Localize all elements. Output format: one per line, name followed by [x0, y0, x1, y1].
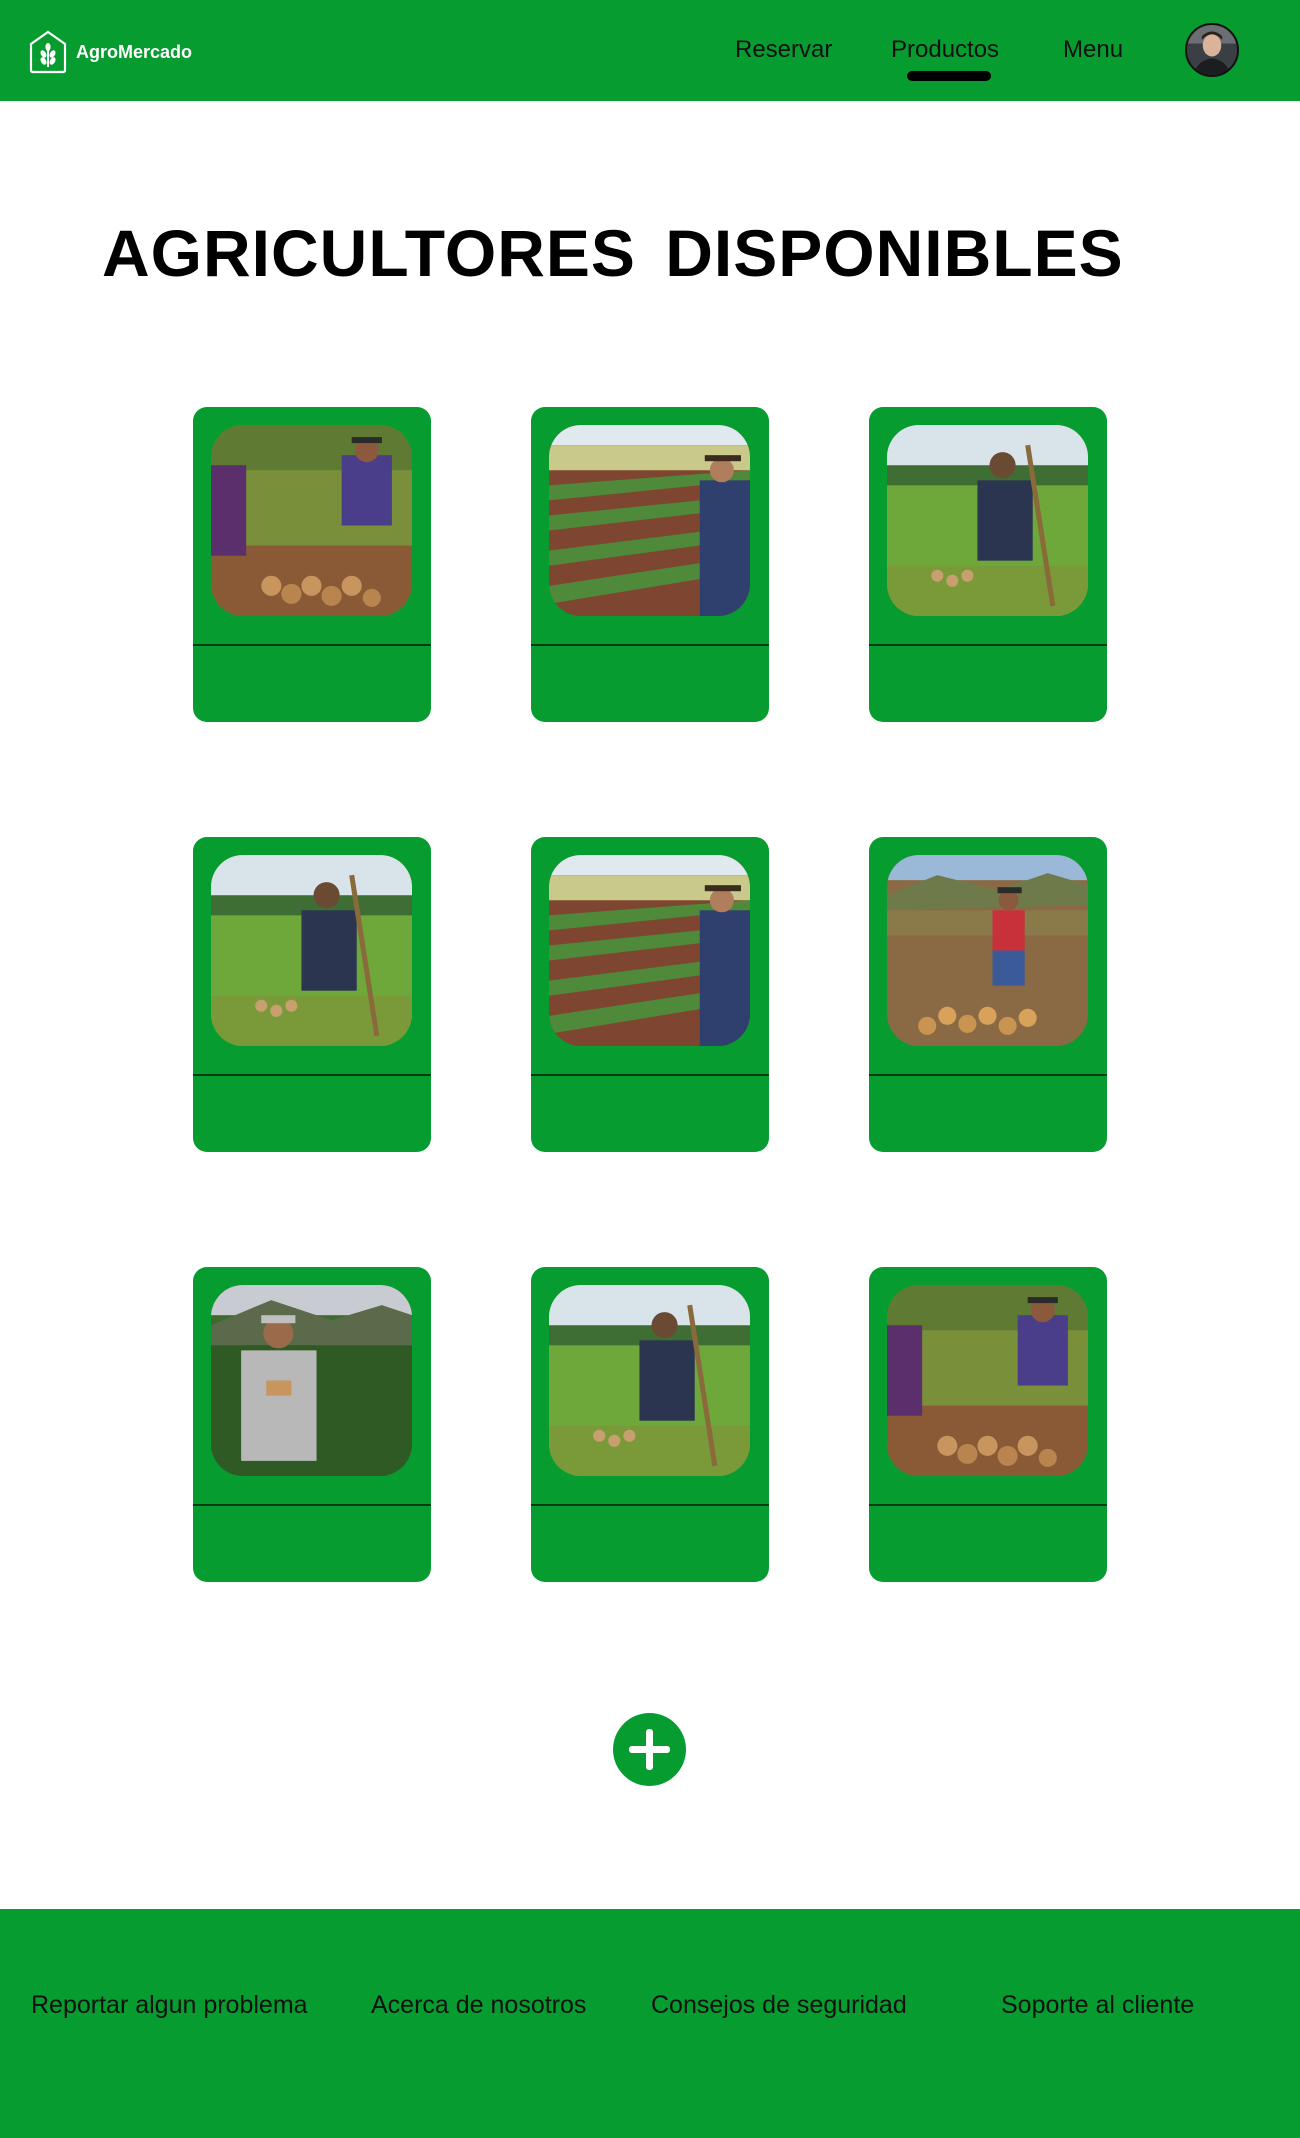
page-title: AGRICULTORES DISPONIBLES [102, 216, 1124, 290]
farmer-card[interactable] [869, 1267, 1107, 1582]
brand-logo[interactable]: AgroMercado [28, 30, 192, 74]
farmer-photo [887, 855, 1088, 1046]
footer-link-consejos-seguridad[interactable]: Consejos de seguridad [651, 1991, 907, 2020]
card-divider [193, 1074, 431, 1076]
card-divider [193, 644, 431, 646]
user-avatar-icon [1187, 25, 1237, 75]
farmers-harvesting-potatoes-photo [211, 425, 412, 616]
footer-link-acerca-de-nosotros[interactable]: Acerca de nosotros [371, 1991, 586, 2020]
farmer-photo [549, 425, 750, 616]
add-farmer-button[interactable] [613, 1713, 686, 1786]
card-divider [531, 1504, 769, 1506]
brand-name: AgroMercado [76, 41, 193, 62]
farmer-holding-potatoes-photo [211, 1285, 412, 1476]
card-divider [193, 1504, 431, 1506]
farmer-photo [549, 855, 750, 1046]
footer-link-soporte-cliente[interactable]: Soporte al cliente [1001, 1991, 1194, 2020]
farmers-harvesting-potatoes-photo [887, 1285, 1088, 1476]
farmer-in-potato-field-photo [549, 425, 750, 616]
farmer-photo [887, 425, 1088, 616]
farmer-in-potato-field-photo [549, 855, 750, 1046]
card-divider [869, 644, 1107, 646]
card-divider [531, 1074, 769, 1076]
farmer-card[interactable] [531, 407, 769, 722]
card-divider [531, 644, 769, 646]
farmer-with-hoe-photo [887, 425, 1088, 616]
nav-item-menu[interactable]: Menu [1063, 36, 1123, 64]
farmer-photo [549, 1285, 750, 1476]
nav-item-productos[interactable]: Productos [891, 36, 999, 64]
card-divider [869, 1504, 1107, 1506]
footer: Reportar algun problema Acerca de nosotr… [0, 1909, 1300, 2138]
plus-icon [629, 1729, 670, 1770]
farmer-photo [211, 855, 412, 1046]
active-nav-indicator [907, 71, 991, 81]
farmer-card[interactable] [193, 1267, 431, 1582]
user-avatar[interactable] [1185, 23, 1239, 77]
farmer-photo [211, 1285, 412, 1476]
card-divider [869, 1074, 1107, 1076]
farmer-with-hoe-photo [211, 855, 412, 1046]
top-navbar: AgroMercado Reservar Productos Menu [0, 0, 1300, 101]
farmer-card[interactable] [869, 837, 1107, 1152]
farmer-card[interactable] [193, 837, 431, 1152]
footer-link-reportar-problema[interactable]: Reportar algun problema [31, 1991, 308, 2020]
farmer-card[interactable] [869, 407, 1107, 722]
farmer-photo [211, 425, 412, 616]
nav-item-reservar[interactable]: Reservar [735, 36, 832, 64]
farmer-with-hoe-photo [549, 1285, 750, 1476]
farmer-woman-with-harvest-photo [887, 855, 1088, 1046]
farmer-card[interactable] [531, 1267, 769, 1582]
farmer-card[interactable] [193, 407, 431, 722]
farmer-photo [887, 1285, 1088, 1476]
wheat-house-logo-icon [29, 30, 67, 74]
farmer-card[interactable] [531, 837, 769, 1152]
